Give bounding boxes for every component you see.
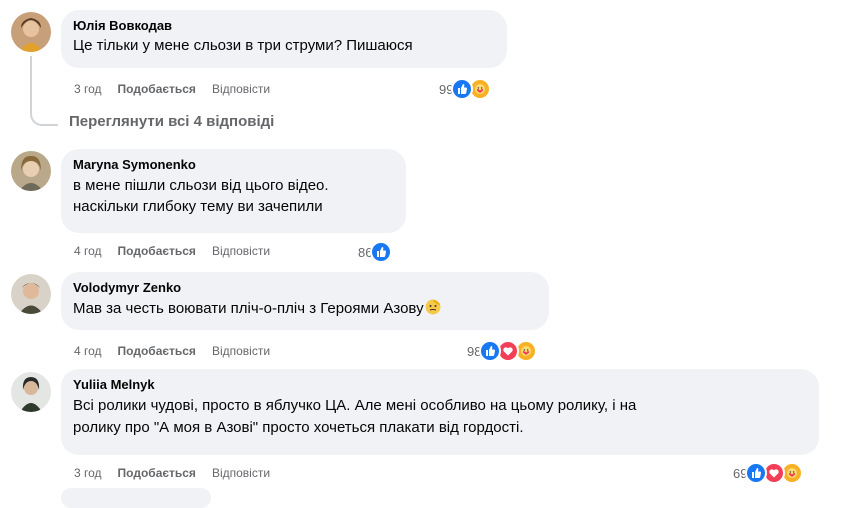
avatar[interactable] <box>11 12 51 52</box>
comment-bubble: Maryna Symonenko в мене пішли сльози від… <box>61 149 406 233</box>
comment-time[interactable]: 4 год <box>74 243 102 259</box>
comment-time[interactable]: 3 год <box>74 465 102 481</box>
comment-actions: 3 год Подобається Відповісти <box>74 465 286 481</box>
comment-actions: 3 год Подобається Відповісти <box>74 81 286 97</box>
reply-button[interactable]: Відповісти <box>212 81 270 97</box>
comment-text: Всі ролики чудові, просто в яблучко ЦА. … <box>73 397 637 436</box>
thread-line <box>30 56 32 110</box>
comment-actions: 4 год Подобається Відповісти <box>74 343 286 359</box>
comment-author[interactable]: Юлія Вовкодав <box>73 18 495 34</box>
comment-bubble: Volodymyr Zenko Мав за честь воювати плі… <box>61 272 549 330</box>
avatar[interactable] <box>11 151 51 191</box>
avatar[interactable] <box>11 372 51 412</box>
comment-text: Мав за честь воювати пліч-о-пліч з Героя… <box>73 298 537 319</box>
reaction-summary[interactable]: 69 <box>733 462 804 484</box>
like-icon <box>451 78 474 100</box>
reply-button[interactable]: Відповісти <box>212 465 270 481</box>
comment-bubble: Yuliia Melnyk Всі ролики чудові, просто … <box>61 369 819 455</box>
thread-curve <box>30 110 58 126</box>
like-icon <box>479 340 502 362</box>
like-button[interactable]: Подобається <box>118 243 196 259</box>
like-icon <box>370 241 393 263</box>
reaction-summary[interactable]: 86 <box>358 241 393 263</box>
reply-button[interactable]: Відповісти <box>212 243 270 259</box>
comment-text-body: Мав за честь воювати пліч-о-пліч з Героя… <box>73 300 424 317</box>
comment-time[interactable]: 3 год <box>74 81 102 97</box>
like-button[interactable]: Подобається <box>118 81 196 97</box>
like-button[interactable]: Подобається <box>118 343 196 359</box>
comment-author[interactable]: Volodymyr Zenko <box>73 280 537 296</box>
comment-text: Це тільки у мене сльози в три струми? Пи… <box>73 37 413 54</box>
comment-time[interactable]: 4 год <box>74 343 102 359</box>
reply-button[interactable]: Відповісти <box>212 343 270 359</box>
comment-author[interactable]: Maryna Symonenko <box>73 157 394 173</box>
comment-bubble-partial <box>61 488 211 508</box>
reaction-summary[interactable]: 98 <box>467 340 538 362</box>
reaction-summary[interactable]: 99 <box>439 78 492 100</box>
avatar[interactable] <box>11 274 51 314</box>
comment-author[interactable]: Yuliia Melnyk <box>73 377 807 393</box>
like-button[interactable]: Подобається <box>118 465 196 481</box>
comment-bubble: Юлія Вовкодав Це тільки у мене сльози в … <box>61 10 507 68</box>
comment-text: в мене пішли сльози від цього відео. нас… <box>73 177 329 215</box>
like-icon <box>745 462 768 484</box>
comment-actions: 4 год Подобається Відповісти <box>74 243 286 259</box>
saluting-face-icon <box>425 299 441 315</box>
view-replies-link[interactable]: Переглянути всі 4 відповіді <box>69 113 274 130</box>
